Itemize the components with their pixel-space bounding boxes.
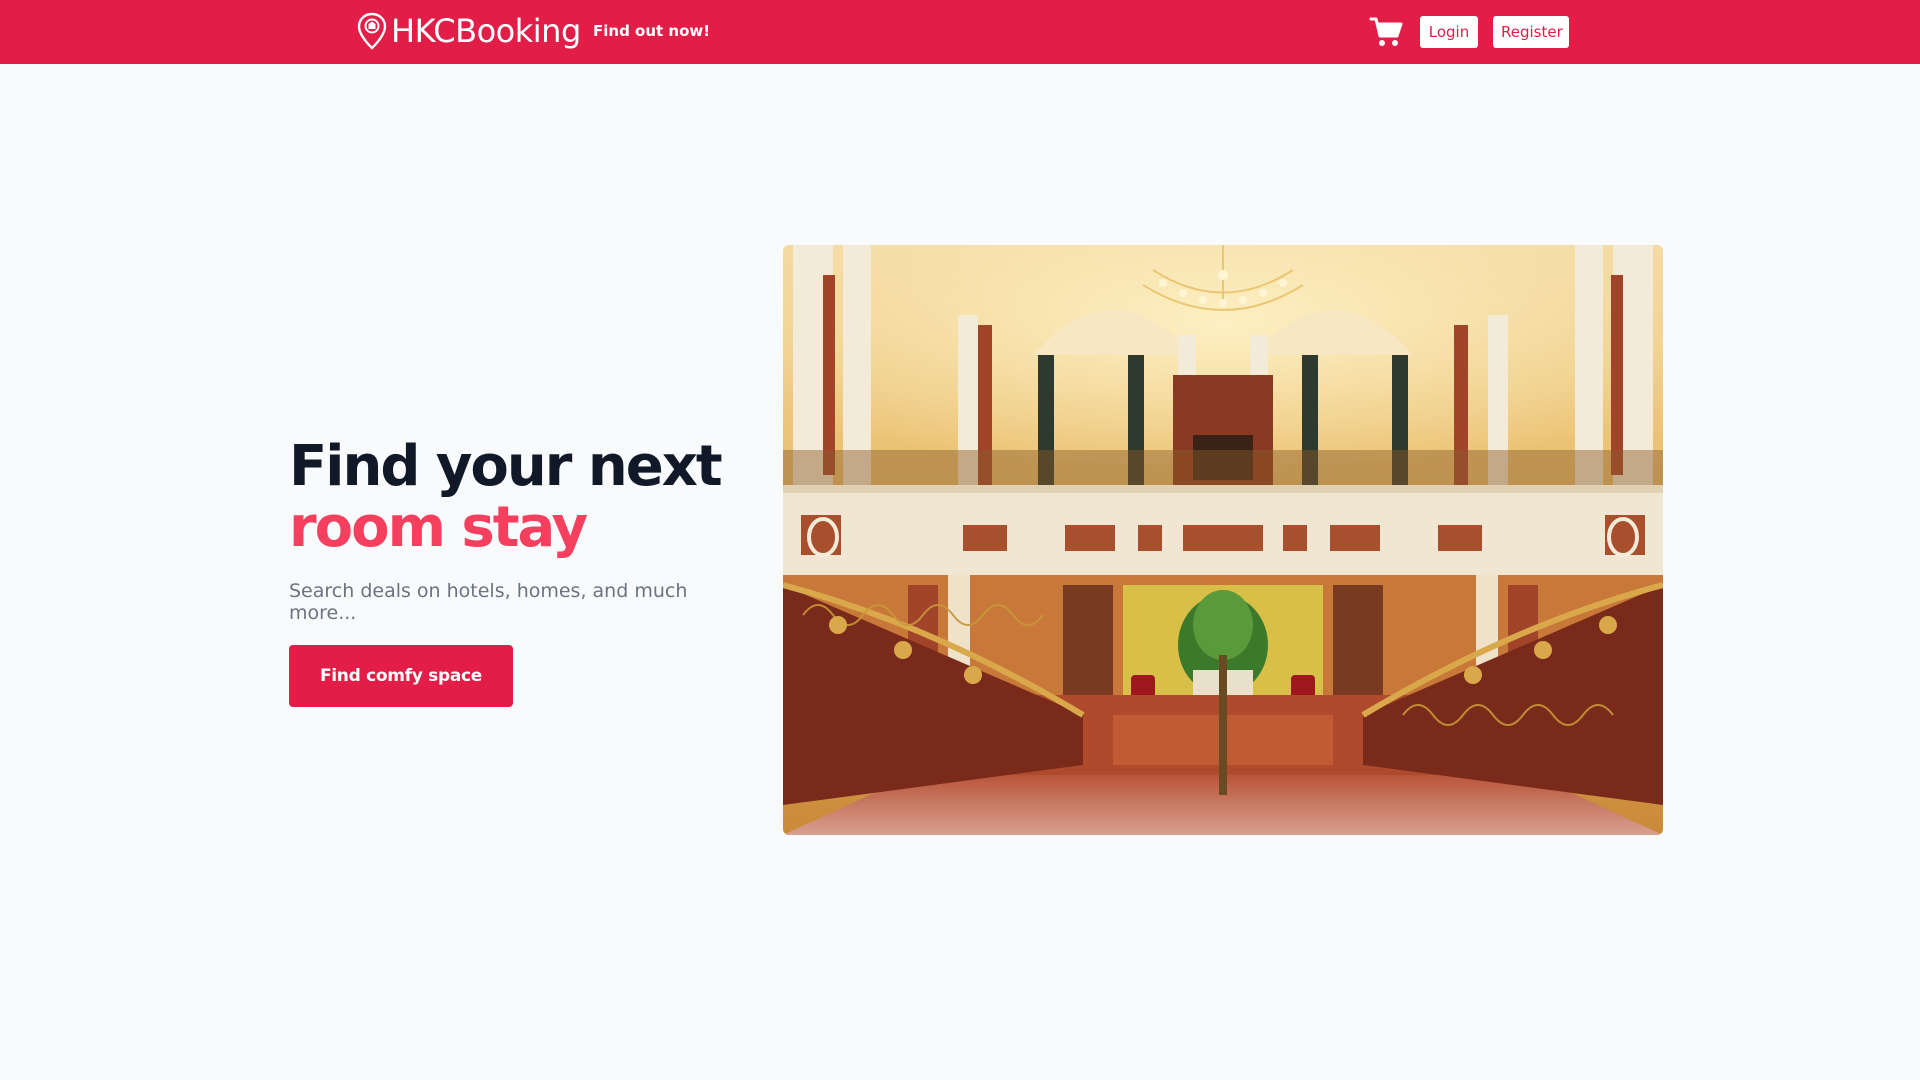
find-out-now-link[interactable]: Find out now! — [593, 22, 710, 40]
hero-subtitle: Search deals on hotels, homes, and much … — [289, 580, 688, 624]
hero-headline: Find your next room stay — [289, 436, 759, 558]
location-pin-icon — [357, 12, 387, 50]
headline-line-1: Find your next — [289, 434, 723, 499]
login-button[interactable]: Login — [1420, 16, 1478, 48]
register-button[interactable]: Register — [1493, 16, 1569, 48]
brand-logo-link[interactable]: HKCBooking — [357, 12, 581, 50]
find-comfy-space-button[interactable]: Find comfy space — [289, 645, 513, 707]
top-navbar: HKCBooking Find out now! Login Register — [0, 0, 1920, 64]
headline-line-2: room stay — [289, 495, 588, 560]
hero-text-block: Find your next room stay Search deals on… — [289, 436, 759, 624]
hotel-lobby-image — [783, 245, 1663, 835]
brand-name: HKCBooking — [391, 12, 581, 50]
shopping-cart-icon[interactable] — [1368, 14, 1404, 50]
